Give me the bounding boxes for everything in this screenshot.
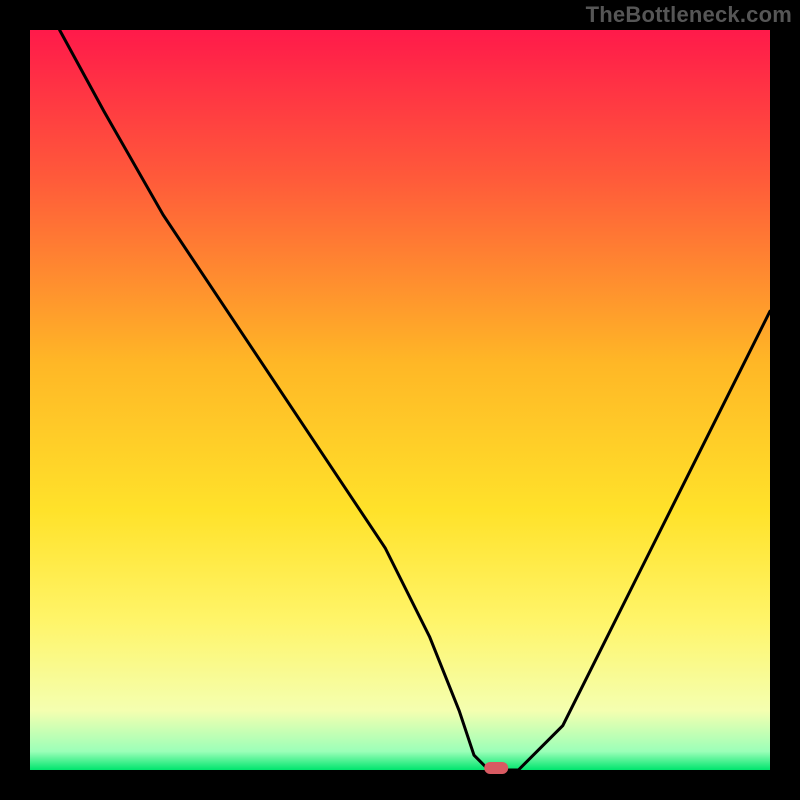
- bottleneck-chart: [0, 0, 800, 800]
- minimum-marker: [484, 762, 508, 774]
- plot-background: [30, 30, 770, 770]
- watermark-text: TheBottleneck.com: [586, 2, 792, 28]
